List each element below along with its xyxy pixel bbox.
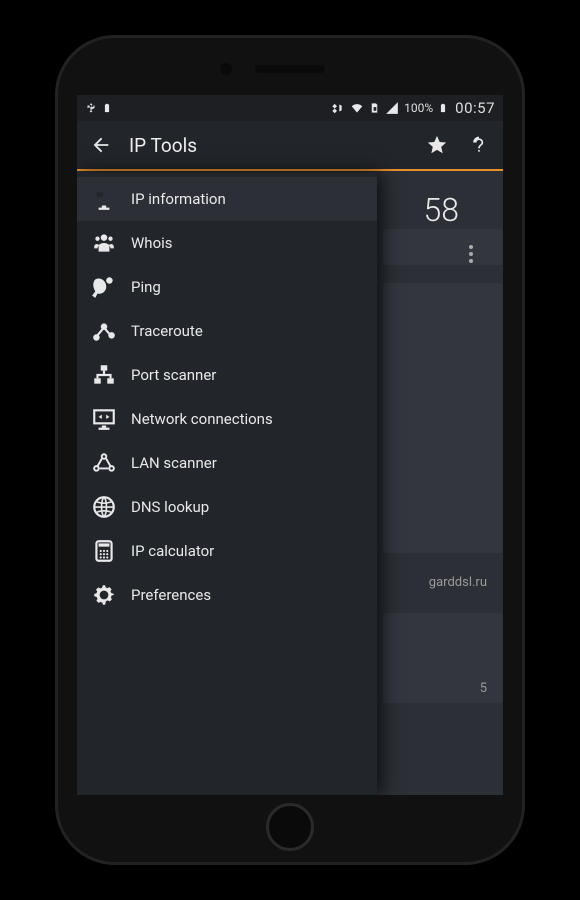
signal-icon (385, 101, 399, 115)
people-icon (89, 228, 119, 258)
drawer-item-label: IP information (131, 190, 226, 208)
drawer-item-label: IP calculator (131, 542, 214, 560)
drawer-item-label: Network connections (131, 410, 273, 428)
navigation-drawer: IP information Whois Ping Traceroute Port sc… (77, 173, 377, 795)
drawer-item-label: Preferences (131, 586, 211, 604)
drawer-item-preferences[interactable]: Preferences (77, 573, 377, 617)
back-button[interactable] (87, 131, 115, 159)
favorite-button[interactable] (423, 131, 451, 159)
clock-label: 00:57 (455, 99, 495, 117)
id-label: 5 (480, 681, 487, 696)
drawer-item-ip-information[interactable]: IP information (77, 177, 377, 221)
battery-icon (438, 100, 448, 116)
calculator-icon (89, 536, 119, 566)
vibrate-mute-icon (329, 101, 345, 115)
drawer-item-whois[interactable]: Whois (77, 221, 377, 265)
drawer-item-ping[interactable]: Ping (77, 265, 377, 309)
lan-nodes-icon (89, 448, 119, 478)
ip-address-value: 58 (424, 191, 460, 229)
drawer-item-label: Whois (131, 234, 173, 252)
globe-icon (89, 492, 119, 522)
content-card (383, 283, 503, 553)
drawer-item-traceroute[interactable]: Traceroute (77, 309, 377, 353)
wifi-icon (350, 101, 364, 115)
monitor-icon (89, 184, 119, 214)
overflow-menu-button[interactable] (461, 237, 481, 271)
drawer-item-network-connections[interactable]: Network connections (77, 397, 377, 441)
arrows-monitor-icon (89, 404, 119, 434)
statusbar: 100% 00:57 (77, 95, 503, 121)
help-button[interactable] (465, 131, 493, 159)
drawer-item-label: LAN scanner (131, 454, 217, 472)
drawer-item-label: Traceroute (131, 322, 203, 340)
drawer-item-label: Ping (131, 278, 161, 296)
drawer-item-label: Port scanner (131, 366, 216, 384)
battery-full-icon (102, 101, 112, 115)
drawer-item-lan-scanner[interactable]: LAN scanner (77, 441, 377, 485)
pingpong-icon (89, 272, 119, 302)
drawer-item-dns-lookup[interactable]: DNS lookup (77, 485, 377, 529)
drawer-item-label: DNS lookup (131, 498, 209, 516)
gear-icon (89, 580, 119, 610)
usb-icon (85, 101, 97, 115)
drawer-item-port-scanner[interactable]: Port scanner (77, 353, 377, 397)
host-label: garddsl.ru (429, 575, 487, 590)
route-icon (89, 316, 119, 346)
network-icon (89, 360, 119, 390)
sim-icon (369, 101, 380, 115)
appbar: IP Tools (77, 121, 503, 171)
drawer-item-ip-calculator[interactable]: IP calculator (77, 529, 377, 573)
content-card (383, 229, 503, 265)
battery-percent-label: 100% (404, 101, 433, 115)
app-title: IP Tools (129, 134, 409, 157)
